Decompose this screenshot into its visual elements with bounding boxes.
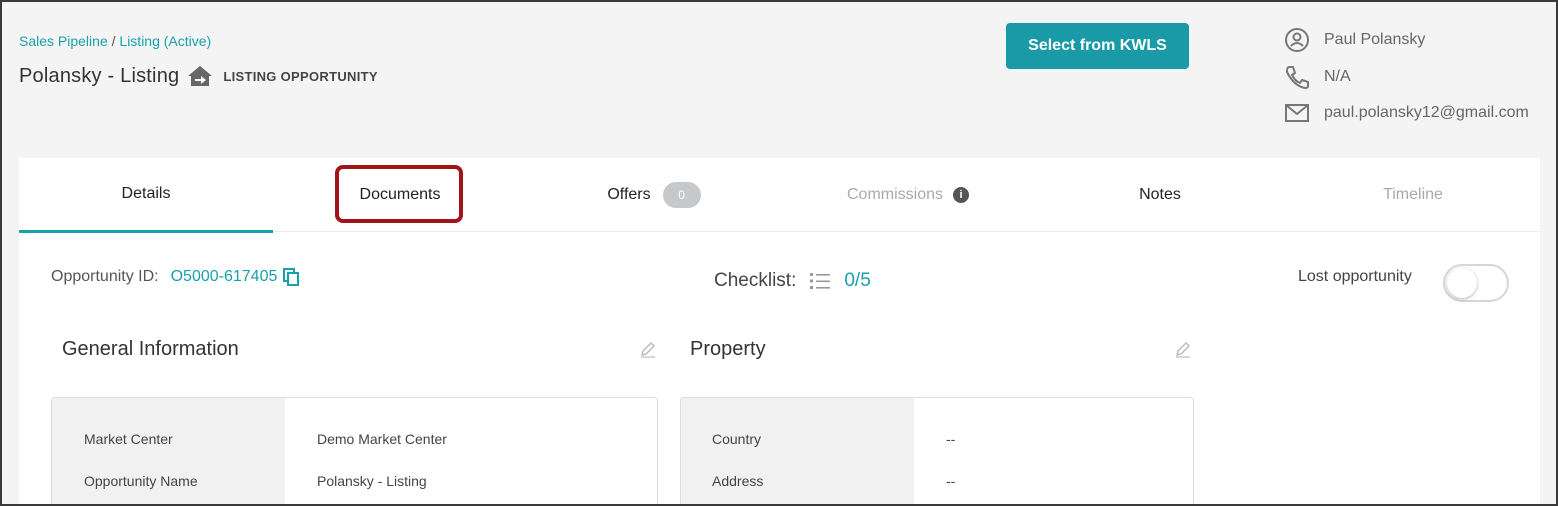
country-label: Country xyxy=(712,431,762,447)
general-information-title: General Information xyxy=(62,338,239,360)
contact-phone-row: N/A xyxy=(1284,64,1351,90)
labels-column xyxy=(52,398,285,506)
select-from-kwls-button[interactable]: Select from KWLS xyxy=(1006,23,1189,69)
breadcrumb-listing-active[interactable]: Listing (Active) xyxy=(119,33,211,49)
contact-name: Paul Polansky xyxy=(1324,31,1426,48)
edit-pencil-icon[interactable] xyxy=(1174,340,1192,358)
country-value: -- xyxy=(946,431,956,447)
house-arrow-icon xyxy=(188,66,213,86)
tab-notes[interactable]: Notes xyxy=(1033,158,1287,232)
lost-opportunity-toggle[interactable] xyxy=(1443,264,1509,302)
tab-details[interactable]: Details xyxy=(19,158,273,233)
tab-timeline[interactable]: Timeline xyxy=(1286,158,1540,232)
tab-bar: Details Documents Offers 0 Commissions i… xyxy=(19,158,1540,233)
opportunity-id-label: Opportunity ID: xyxy=(51,268,159,285)
contact-phone: N/A xyxy=(1324,68,1351,85)
breadcrumb-sales-pipeline[interactable]: Sales Pipeline xyxy=(19,33,108,49)
address-value: -- xyxy=(946,473,956,489)
title-row: Polansky - Listing LISTING OPPORTUNITY xyxy=(19,64,378,88)
lost-opportunity-label: Lost opportunity xyxy=(1298,268,1412,285)
phone-icon xyxy=(1286,66,1309,89)
opportunity-card: Details Documents Offers 0 Commissions i… xyxy=(19,158,1540,506)
tab-label: Details xyxy=(121,185,171,202)
market-center-label: Market Center xyxy=(84,431,173,447)
opportunity-id: Opportunity ID: O5000-617405 xyxy=(51,268,300,286)
contact-email-row: paul.polansky12@gmail.com xyxy=(1284,100,1529,126)
person-circle-icon xyxy=(1285,28,1309,52)
opportunity-name-label: Opportunity Name xyxy=(84,473,198,489)
checklist-label: Checklist: xyxy=(714,270,797,291)
checklist-count: 0/5 xyxy=(844,270,871,291)
list-icon xyxy=(810,273,831,289)
general-information-panel: Market Center Demo Market Center Opportu… xyxy=(51,397,658,506)
breadcrumb-separator: / xyxy=(107,33,120,49)
edit-pencil-icon[interactable] xyxy=(639,340,657,358)
contact-email[interactable]: paul.polansky12@gmail.com xyxy=(1324,104,1529,122)
contact-name-row: Paul Polansky xyxy=(1284,27,1425,53)
labels-column xyxy=(681,398,914,506)
page-title: Polansky - Listing xyxy=(19,64,180,87)
tab-label: Documents xyxy=(359,186,441,203)
address-label: Address xyxy=(712,473,764,489)
market-center-value: Demo Market Center xyxy=(317,431,447,447)
tab-label: Commissions xyxy=(846,186,943,203)
tab-offers[interactable]: Offers 0 xyxy=(527,158,781,232)
opportunity-name-value: Polansky - Listing xyxy=(317,473,427,489)
breadcrumb: Sales Pipeline / Listing (Active) xyxy=(19,33,211,49)
toggle-knob xyxy=(1447,268,1477,298)
info-icon[interactable]: i xyxy=(953,187,969,203)
property-panel: Country -- Address -- xyxy=(680,397,1194,506)
mail-icon xyxy=(1285,104,1309,122)
offers-count-badge: 0 xyxy=(662,182,701,208)
tab-label: Timeline xyxy=(1383,186,1443,203)
tab-label: Notes xyxy=(1139,186,1181,203)
tab-commissions[interactable]: Commissions i xyxy=(781,158,1035,232)
copy-icon[interactable] xyxy=(283,268,300,286)
opportunity-id-value[interactable]: O5000-617405 xyxy=(171,268,278,286)
checklist[interactable]: Checklist: 0/5 xyxy=(714,270,871,292)
opportunity-type-label: LISTING OPPORTUNITY xyxy=(223,68,378,84)
tab-documents[interactable]: Documents xyxy=(273,158,527,232)
tab-label: Offers xyxy=(607,186,651,203)
property-title: Property xyxy=(690,338,766,360)
